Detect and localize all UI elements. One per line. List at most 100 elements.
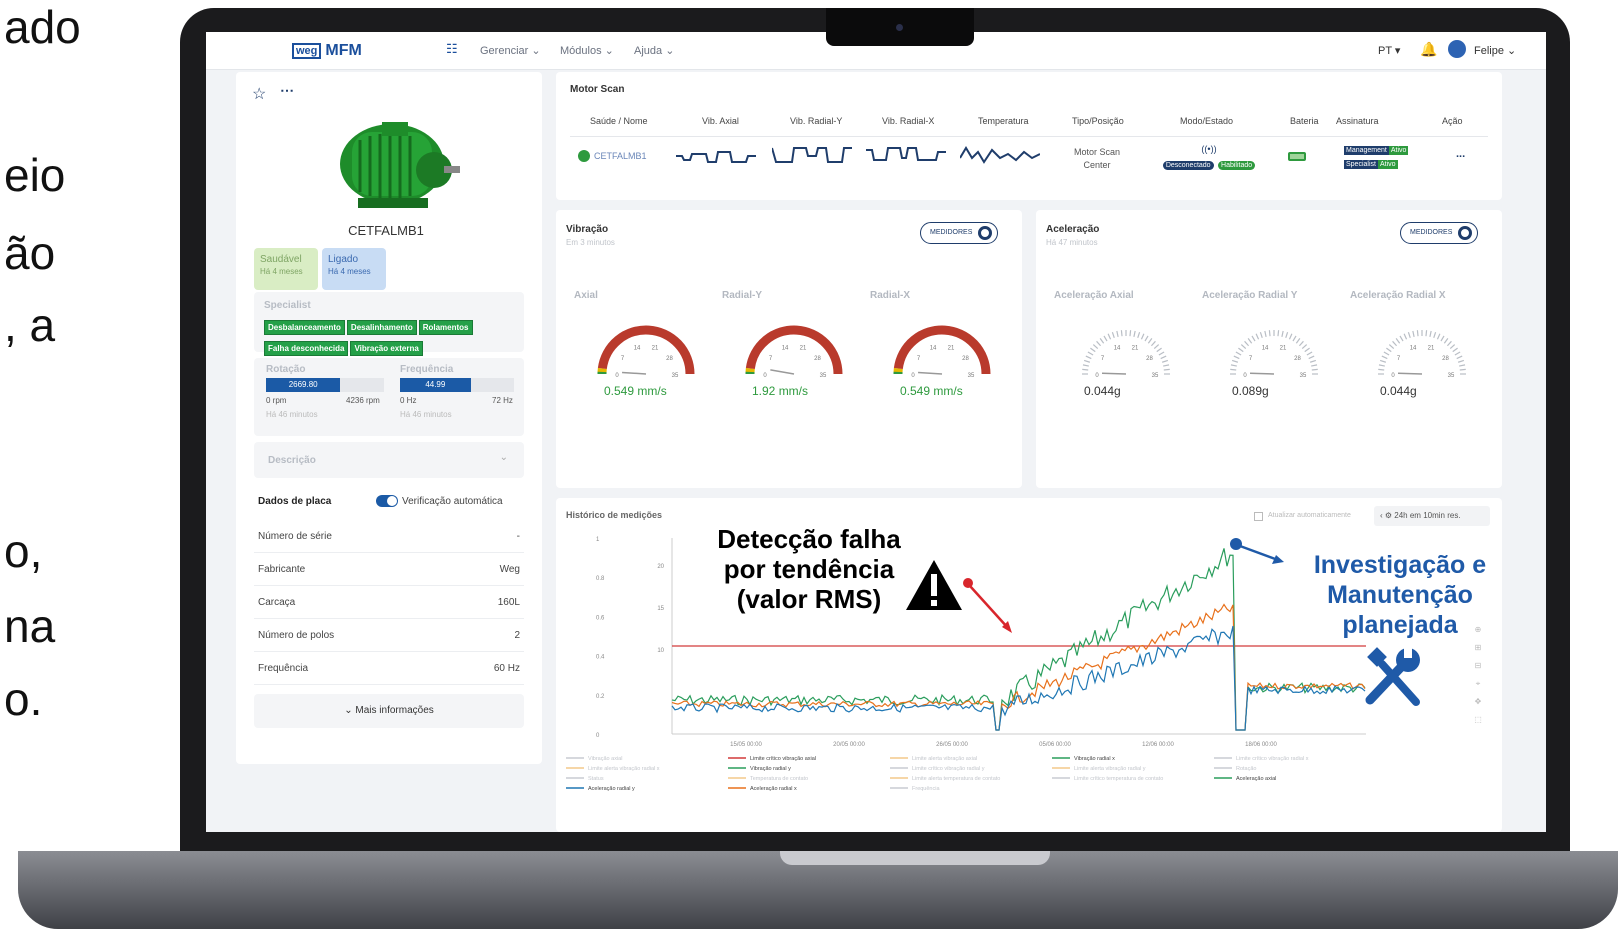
- rotation-min: 0 rpm: [266, 396, 287, 405]
- bell-icon[interactable]: 🔔: [1420, 41, 1437, 58]
- health-dot: [578, 150, 590, 162]
- chart-tool-icon[interactable]: ⊞: [1475, 643, 1482, 652]
- frequency-min: 0 Hz: [400, 396, 417, 405]
- y-tick: 1: [596, 537, 600, 543]
- menu-label: Ajuda: [634, 45, 663, 57]
- plate-row: Número de polos 2: [254, 619, 524, 652]
- legend-item[interactable]: Rotação: [1236, 766, 1257, 772]
- plate-key: Número de série: [258, 531, 332, 542]
- motor-scan-asset-link[interactable]: CETFALMB1: [594, 151, 647, 161]
- gauge-tick: 14: [1410, 345, 1417, 351]
- gauge-tick: 28: [962, 356, 969, 362]
- avatar[interactable]: [1448, 40, 1466, 58]
- auto-refresh-checkbox[interactable]: [1254, 512, 1263, 521]
- brand-logo[interactable]: weg MFM: [292, 42, 362, 60]
- gauge-tick: 35: [968, 373, 975, 379]
- gauge-label: Aceleração Axial: [1054, 290, 1134, 301]
- logo-text: MFM: [325, 42, 362, 59]
- menu-ajuda[interactable]: Ajuda ⌄: [634, 44, 674, 57]
- gauge-needle: [1101, 372, 1127, 375]
- legend-item[interactable]: Limite alerta vibração radial y: [1074, 766, 1146, 772]
- lang-label: PT: [1378, 45, 1392, 57]
- investigation-annotation: Investigação e Manutenção planejada: [1280, 550, 1520, 640]
- legend-item[interactable]: Status: [588, 776, 604, 782]
- power-status-tile[interactable]: Ligado Há 4 meses: [322, 248, 386, 290]
- annotation-line: (valor RMS): [736, 584, 882, 614]
- auto-verify-toggle[interactable]: [376, 495, 398, 507]
- mode-state: ((•)) Desconectado Habilitado: [1154, 144, 1264, 172]
- vibration-gauges-toggle[interactable]: MEDIDORES: [920, 222, 998, 244]
- y-tick: 0.2: [596, 694, 605, 700]
- y-tick: 15: [657, 606, 664, 612]
- vib-radial-x-sparkline: [866, 147, 946, 161]
- description-accordion[interactable]: Descrição ⌄: [254, 442, 524, 478]
- wrench-screwdriver-icon: [1365, 646, 1420, 706]
- gauge-tick: 7: [1101, 356, 1105, 362]
- annotation-line: Detecção falha: [717, 524, 901, 554]
- health-status: Saudável: [260, 254, 302, 265]
- range-selector[interactable]: ‹ ⚙ 24h em 10min res.: [1374, 506, 1490, 526]
- vib-radial-y-sparkline: [772, 147, 852, 163]
- legend-item[interactable]: Aceleração axial: [1236, 776, 1276, 782]
- gauge-tick: 7: [917, 356, 921, 362]
- menu-gerenciar[interactable]: Gerenciar ⌄: [480, 44, 541, 57]
- legend-item[interactable]: Temperatura de contato: [750, 776, 808, 782]
- legend-item[interactable]: Limite alerta vibração axial: [912, 756, 977, 762]
- gauge-label: Aceleração Radial Y: [1202, 290, 1298, 301]
- motor-image: [340, 122, 460, 208]
- chart-tool-icon[interactable]: ✥: [1475, 697, 1482, 706]
- acceleration-gauges-toggle[interactable]: MEDIDORES: [1400, 222, 1478, 244]
- legend-item[interactable]: Aceleração radial x: [750, 786, 797, 792]
- gauge-label: Radial-X: [870, 290, 911, 301]
- rotation-bar-fill: 2669.80: [266, 378, 341, 392]
- chart-tool-icon[interactable]: ⊟: [1475, 661, 1482, 670]
- gauge-tick: 21: [1428, 345, 1435, 351]
- health-status-tile[interactable]: Saudável Há 4 meses: [254, 248, 318, 290]
- legend-item[interactable]: Frequência: [912, 786, 940, 792]
- vibration-panel: Vibração Em 3 minutos MEDIDORES Axial 0 7 1…: [556, 210, 1022, 488]
- gauge-value: 0.089g: [1232, 384, 1269, 398]
- auto-refresh-label: Atualizar automaticamente: [1268, 512, 1351, 519]
- chart-tool-icon[interactable]: ⬚: [1474, 715, 1482, 724]
- x-tick: 05/06 00:00: [1039, 742, 1071, 748]
- legend-item[interactable]: Limite alerta temperatura de contato: [912, 776, 1000, 782]
- gauge-tick: 28: [1442, 356, 1449, 362]
- legend-item[interactable]: Limite crítico vibração radial y: [912, 766, 985, 772]
- star-icon[interactable]: ☆: [252, 84, 266, 104]
- legend-item[interactable]: Limite crítico vibração radial x: [1236, 756, 1309, 762]
- legend-item[interactable]: Vibração radial y: [750, 766, 791, 772]
- auto-verify-label: Verificação automática: [402, 496, 503, 507]
- legend-item[interactable]: Aceleração radial y: [588, 786, 635, 792]
- motor-scan-header: Temperatura: [978, 116, 1029, 126]
- gauge-needle: [622, 371, 647, 375]
- legend-item[interactable]: Vibração radial x: [1074, 756, 1115, 762]
- gauge-needle: [1397, 372, 1423, 375]
- more-info-button[interactable]: ⌄ Mais informações: [254, 694, 524, 728]
- legend-item[interactable]: Limite crítico vibração axial: [750, 756, 816, 762]
- gauge-tick: 35: [1152, 373, 1159, 379]
- user-menu[interactable]: Felipe ⌄: [1474, 44, 1516, 57]
- language-select[interactable]: PT ▾: [1378, 44, 1400, 57]
- gauge: Axial 0 7 14 21 28 35 0.549 mm/s: [564, 280, 704, 460]
- user-name: Felipe: [1474, 45, 1504, 57]
- org-tree-icon[interactable]: ☷: [446, 41, 458, 57]
- fault-tag: Falha desconhecida: [264, 341, 349, 356]
- investigation-pointer: [1230, 538, 1284, 564]
- legend-item[interactable]: Vibração axial: [588, 756, 622, 762]
- y-tick: 20: [657, 564, 664, 570]
- toggle-knob: [978, 226, 992, 240]
- menu-modulos[interactable]: Módulos ⌄: [560, 44, 614, 57]
- frequency-updated: Há 46 minutos: [400, 410, 452, 419]
- slide-text-fragment: o,: [4, 525, 43, 577]
- more-options-icon[interactable]: ⋯: [280, 82, 294, 99]
- legend-item[interactable]: Limite alerta vibração radial x: [588, 766, 660, 772]
- fault-tags: Desbalanceamento Desalinhamento Rolamentos…: [264, 317, 514, 359]
- fault-tag: Rolamentos: [418, 320, 473, 335]
- position-line: Center: [1083, 160, 1111, 170]
- frequency-bar-fill: 44.99: [400, 378, 471, 392]
- rotation-updated: Há 46 minutos: [266, 410, 318, 419]
- row-actions-button[interactable]: ...: [1456, 148, 1465, 160]
- legend-item[interactable]: Limite crítico temperatura de contato: [1074, 776, 1163, 782]
- chart-tool-icon[interactable]: ⌖: [1476, 679, 1481, 688]
- gauge-tick: 14: [1114, 345, 1121, 351]
